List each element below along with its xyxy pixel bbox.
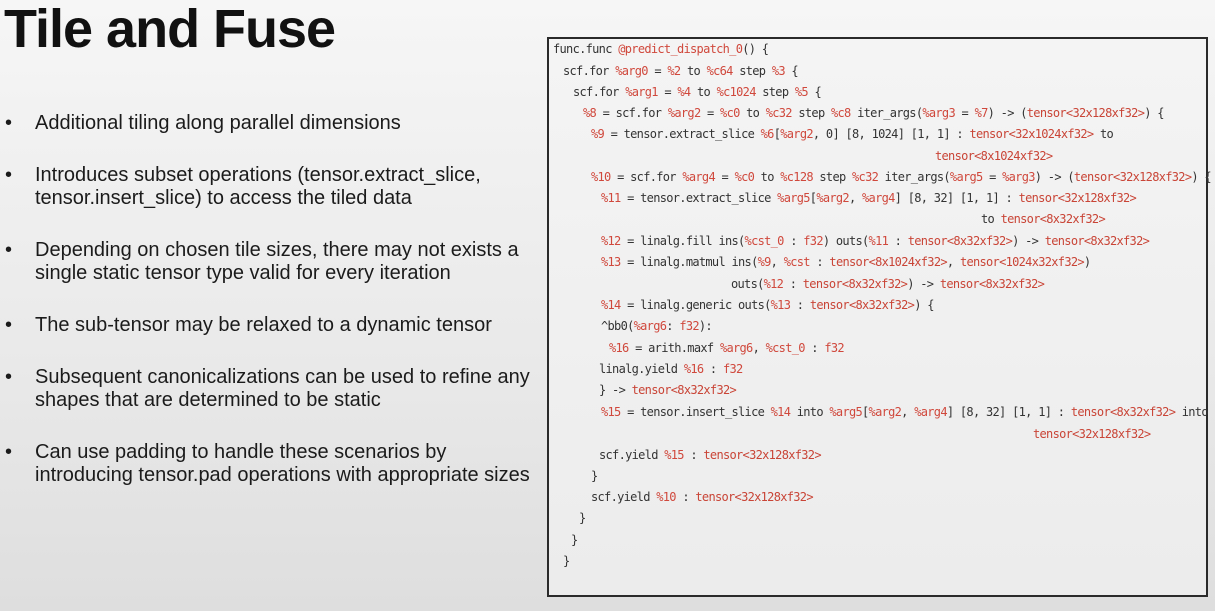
- code-line: %9 = tensor.extract_slice %6[%arg2, 0] […: [591, 127, 1114, 141]
- bullet-dot-icon: •: [5, 239, 13, 261]
- code-line: scf.for %arg1 = %4 to %c1024 step %5 {: [573, 85, 822, 99]
- code-line: scf.for %arg0 = %2 to %c64 step %3 {: [563, 64, 799, 78]
- code-line: scf.yield %15 : tensor<32x128xf32>: [599, 448, 822, 462]
- code-line: tensor<32x128xf32>: [1033, 427, 1151, 441]
- bullet-text: Can use padding to handle these scenario…: [35, 441, 530, 486]
- bullet-text: The sub-tensor may be relaxed to a dynam…: [35, 314, 492, 336]
- bullet-dot-icon: •: [5, 112, 13, 134]
- code-line: %12 = linalg.fill ins(%cst_0 : f32) outs…: [601, 234, 1150, 248]
- bullet-text: Additional tiling along parallel dimensi…: [35, 112, 401, 134]
- code-line: func.func @predict_dispatch_0() {: [553, 42, 769, 56]
- code-line: ^bb0(%arg6: f32):: [601, 319, 713, 333]
- bullet-dot-icon: •: [5, 441, 13, 463]
- bullet-dot-icon: •: [5, 366, 13, 388]
- bullet-text: Depending on chosen tile sizes, there ma…: [35, 239, 519, 284]
- code-line: scf.yield %10 : tensor<32x128xf32>: [591, 490, 814, 504]
- bullet-dot-icon: •: [5, 314, 13, 336]
- code-line: %14 = linalg.generic outs(%13 : tensor<8…: [601, 298, 934, 312]
- code-line: to tensor<8x32xf32>: [981, 212, 1106, 226]
- code-line: }: [591, 469, 598, 483]
- bullet-item: • Subsequent canonicalizations can be use…: [0, 366, 540, 412]
- code-line: tensor<8x1024xf32>: [935, 149, 1053, 163]
- bullet-item: • Depending on chosen tile sizes, there m…: [0, 239, 540, 285]
- code-line: }: [563, 554, 570, 568]
- code-line: %13 = linalg.matmul ins(%9, %cst : tenso…: [601, 255, 1091, 269]
- bullet-text: Subsequent canonicalizations can be used…: [35, 366, 530, 411]
- code-line: %15 = tensor.insert_slice %14 into %arg5…: [601, 405, 1209, 419]
- slide-title: Tile and Fuse: [4, 0, 336, 59]
- code-panel: func.func @predict_dispatch_0() { scf.for…: [547, 37, 1212, 597]
- code-line: %11 = tensor.extract_slice %arg5[%arg2, …: [601, 191, 1137, 205]
- code-line: outs(%12 : tensor<8x32xf32>) -> tensor<8…: [731, 277, 1045, 291]
- code-line: %8 = scf.for %arg2 = %c0 to %c32 step %c…: [583, 106, 1165, 120]
- bullet-item: • Can use padding to handle these scenari…: [0, 441, 540, 487]
- code-line: }: [571, 533, 578, 547]
- bullet-list: • Additional tiling along parallel dimens…: [0, 112, 540, 487]
- bullet-item: • The sub-tensor may be relaxed to a dyna…: [0, 314, 540, 337]
- bullet-dot-icon: •: [5, 164, 13, 186]
- code-line: }: [579, 511, 586, 525]
- bullet-item: • Additional tiling along parallel dimens…: [0, 112, 540, 135]
- code-line: %16 = arith.maxf %arg6, %cst_0 : f32: [609, 341, 845, 355]
- code-line: linalg.yield %16 : f32: [599, 362, 743, 376]
- code-line: } -> tensor<8x32xf32>: [599, 383, 737, 397]
- code-line: %10 = scf.for %arg4 = %c0 to %c128 step …: [591, 170, 1212, 184]
- bullet-item: • Introduces subset operations (tensor.ex…: [0, 164, 540, 210]
- bullet-text: Introduces subset operations (tensor.ext…: [35, 164, 481, 209]
